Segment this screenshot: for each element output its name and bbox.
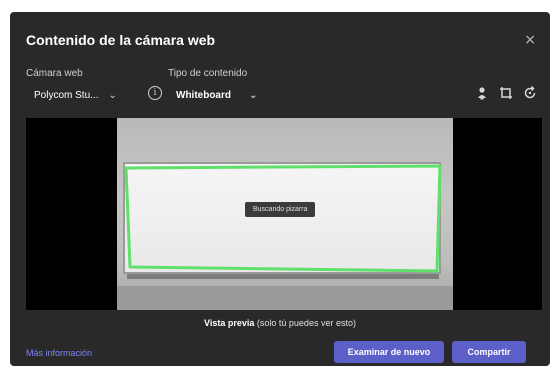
- webcam-content-dialog: Contenido de la cámara web × Cámara web …: [10, 12, 550, 366]
- chevron-down-icon: ⌄: [108, 89, 117, 101]
- preview-caption-bold: Vista previa: [204, 318, 255, 328]
- more-info-link[interactable]: Más información: [26, 348, 92, 358]
- camera-feed: Buscando pizarra: [117, 118, 453, 310]
- crop-frame-icon[interactable]: [498, 85, 514, 101]
- status-badge: Buscando pizarra: [245, 202, 316, 217]
- content-type-select[interactable]: Whiteboard ⌄: [176, 86, 276, 104]
- webcam-selected-value: Polycom Stu...: [34, 89, 99, 101]
- share-button[interactable]: Compartir: [452, 341, 526, 363]
- dialog-title: Contenido de la cámara web: [26, 32, 216, 48]
- content-type-selected-value: Whiteboard: [176, 89, 231, 101]
- person-pin-icon[interactable]: [474, 85, 490, 101]
- webcam-select[interactable]: Polycom Stu... ⌄: [34, 86, 134, 104]
- webcam-label: Cámara web: [26, 68, 83, 79]
- preview-caption: Vista previa (solo tú puedes ver esto): [10, 318, 550, 328]
- content-type-label: Tipo de contenido: [168, 68, 248, 79]
- preview-caption-text: (solo tú puedes ver esto): [254, 318, 356, 328]
- rotate-icon[interactable]: [522, 85, 538, 101]
- close-icon[interactable]: ×: [524, 32, 536, 48]
- camera-preview: Buscando pizarra: [26, 118, 542, 310]
- info-icon[interactable]: i: [148, 86, 162, 100]
- chevron-down-icon: ⌄: [249, 89, 258, 101]
- rescan-button[interactable]: Examinar de nuevo: [334, 341, 444, 363]
